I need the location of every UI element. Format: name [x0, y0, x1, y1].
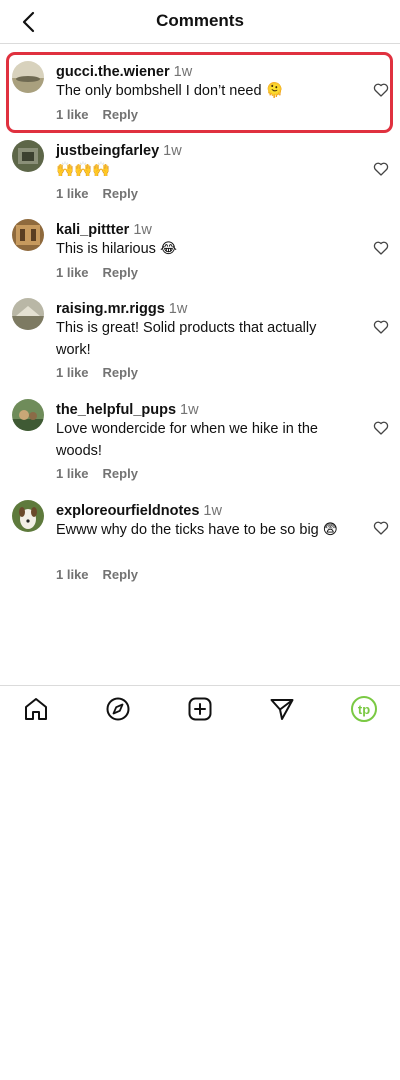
comments-header: Comments: [0, 0, 400, 44]
avatar[interactable]: [12, 500, 44, 532]
bottom-nav-bar: tp: [0, 685, 400, 731]
home-icon[interactable]: [23, 696, 49, 722]
profile-tp-icon[interactable]: tp: [351, 696, 377, 722]
comment-time: 1w: [180, 402, 199, 418]
comment-text: This is great! Solid products that actua…: [56, 320, 317, 358]
like-count[interactable]: 1 like: [56, 567, 89, 582]
heart-icon[interactable]: [373, 420, 389, 436]
avatar[interactable]: [12, 399, 44, 431]
heart-icon[interactable]: [373, 82, 389, 98]
like-count[interactable]: 1 like: [56, 466, 89, 481]
explore-compass-icon[interactable]: [105, 696, 131, 722]
avatar[interactable]: [12, 298, 44, 330]
reply-button[interactable]: Reply: [103, 567, 138, 582]
heart-icon[interactable]: [373, 161, 389, 177]
comment-time: 1w: [133, 222, 152, 238]
comment-time: 1w: [173, 64, 193, 80]
new-post-icon[interactable]: [187, 696, 213, 722]
comment-time: 1w: [163, 143, 182, 159]
heart-icon[interactable]: [373, 240, 389, 256]
heart-icon[interactable]: [373, 319, 389, 335]
comment-text: The only bombshell I don’t need 🫠: [56, 83, 284, 99]
direct-send-icon[interactable]: [269, 696, 295, 722]
heart-icon[interactable]: [373, 520, 389, 536]
comment-username[interactable]: raising.mr.riggs: [56, 301, 165, 317]
comment-time: 1w: [168, 301, 188, 317]
comment-username[interactable]: exploreourfieldnotes: [56, 503, 199, 519]
comment-username[interactable]: justbeingfarley: [56, 143, 159, 159]
like-count[interactable]: 1 like: [56, 265, 89, 280]
comment-username[interactable]: the_helpful_pups: [56, 402, 176, 418]
comment-username[interactable]: gucci.the.wiener: [56, 64, 170, 80]
avatar[interactable]: [12, 61, 44, 93]
reply-button[interactable]: Reply: [103, 265, 138, 280]
comment-text: Ewww why do the ticks have to be so big …: [56, 522, 338, 538]
comment-username[interactable]: kali_pittter: [56, 222, 129, 238]
like-count[interactable]: 1 like: [56, 107, 89, 122]
like-count[interactable]: 1 like: [56, 365, 89, 380]
like-count[interactable]: 1 like: [56, 186, 89, 201]
comment-text: Love wondercide for when we hike in the …: [56, 421, 318, 459]
reply-button[interactable]: Reply: [103, 107, 138, 122]
reply-button[interactable]: Reply: [103, 466, 138, 481]
reply-button[interactable]: Reply: [103, 186, 138, 201]
reply-button[interactable]: Reply: [103, 365, 138, 380]
avatar[interactable]: [12, 140, 44, 172]
avatar[interactable]: [12, 219, 44, 251]
page-title: Comments: [156, 11, 244, 30]
profile-badge-text: tp: [357, 701, 371, 717]
comment-text: This is hilarious 😂: [56, 241, 177, 257]
comment-text: 🙌🙌🙌: [56, 162, 111, 178]
comment-time: 1w: [203, 503, 222, 519]
